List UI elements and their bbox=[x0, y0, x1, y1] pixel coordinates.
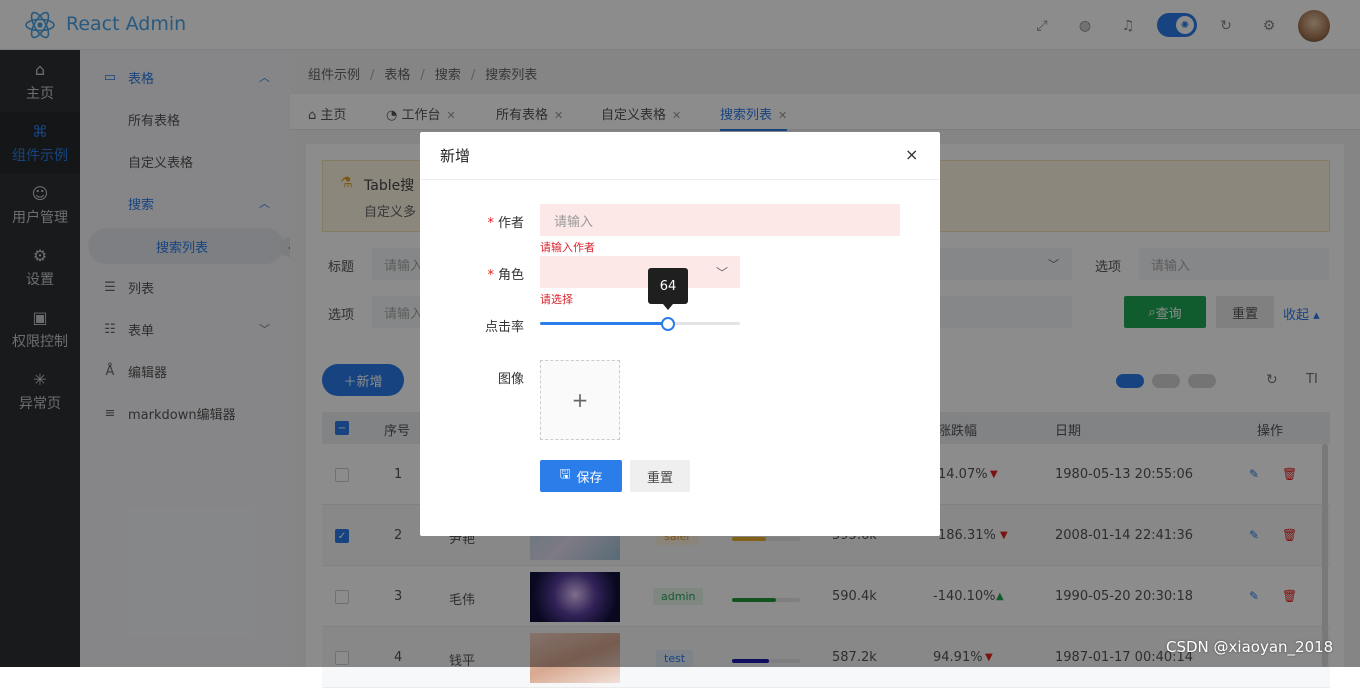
role-select[interactable]: ﹀ bbox=[540, 256, 740, 288]
author-label: * 作者 bbox=[487, 216, 524, 231]
role-error: 请选择 bbox=[540, 293, 573, 306]
author-input[interactable]: 请输入 bbox=[540, 204, 900, 236]
divider bbox=[420, 179, 940, 180]
tooltip-arrow bbox=[663, 304, 673, 310]
image-upload[interactable]: + bbox=[540, 360, 620, 440]
reset-button[interactable]: 重置 bbox=[630, 460, 690, 492]
save-button[interactable]: 🖫 保存 bbox=[540, 460, 622, 492]
chevron-down-icon: ﹀ bbox=[715, 266, 728, 280]
plus-icon: + bbox=[571, 388, 589, 412]
slider-fill bbox=[540, 322, 668, 325]
close-icon[interactable]: × bbox=[905, 145, 918, 164]
slider-handle[interactable] bbox=[661, 317, 675, 331]
slider-tooltip: 64 bbox=[648, 268, 688, 304]
author-error: 请输入作者 bbox=[540, 241, 595, 254]
save-icon: 🖫 bbox=[559, 467, 571, 482]
modal-title: 新增 bbox=[440, 147, 471, 165]
image-label: 图像 bbox=[497, 372, 524, 387]
watermark: CSDN @xiaoyan_2018 bbox=[1166, 638, 1334, 656]
role-label: * 角色 bbox=[487, 268, 524, 283]
click-rate-label: 点击率 bbox=[484, 320, 524, 335]
